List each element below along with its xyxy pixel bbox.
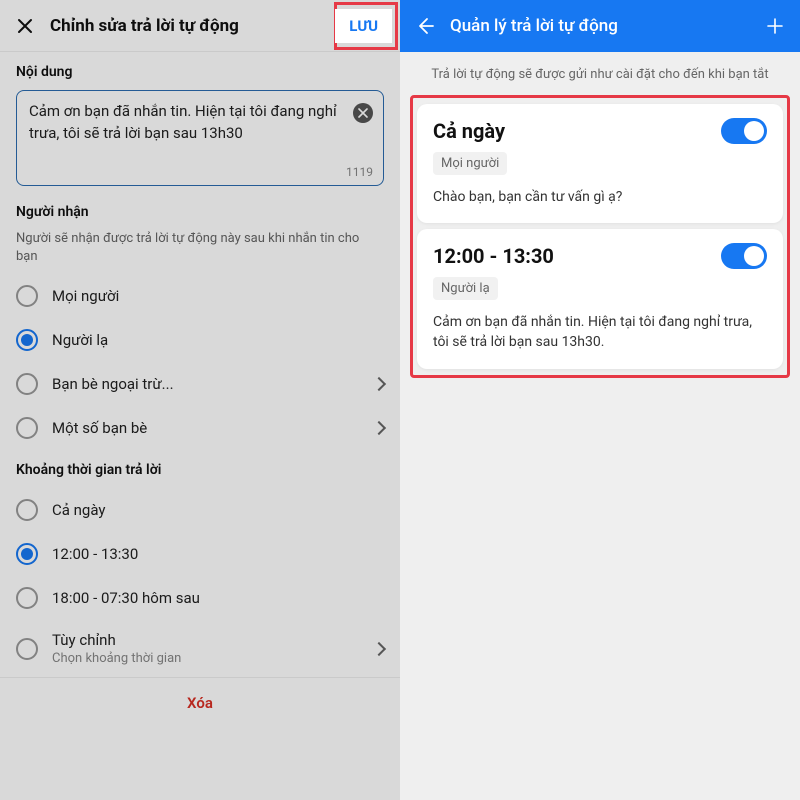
option-label: 18:00 - 07:30 hôm sau bbox=[52, 589, 384, 607]
radio-icon bbox=[16, 329, 38, 351]
right-title: Quản lý trả lời tự động bbox=[450, 16, 764, 36]
option-label: Cả ngày bbox=[52, 501, 384, 519]
right-description: Trả lời tự động sẽ được gửi như cài đặt … bbox=[400, 52, 800, 95]
delete-button[interactable]: Xóa bbox=[0, 677, 400, 728]
recipient-option[interactable]: Bạn bè ngoại trừ... bbox=[0, 362, 400, 406]
message-text: Cảm ơn bạn đã nhắn tin. Hiện tại tôi đan… bbox=[29, 101, 347, 145]
card-title: 12:00 - 13:30 bbox=[433, 244, 554, 268]
content-section-label: Nội dung bbox=[16, 64, 384, 80]
radio-icon bbox=[16, 543, 38, 565]
toggle-switch[interactable] bbox=[721, 118, 767, 144]
radio-icon bbox=[16, 638, 38, 660]
time-section-label: Khoảng thời gian trả lời bbox=[16, 462, 384, 478]
radio-icon bbox=[16, 285, 38, 307]
time-option[interactable]: 12:00 - 13:30 bbox=[0, 532, 400, 576]
close-icon[interactable] bbox=[14, 15, 36, 37]
option-sublabel: Chọn khoảng thời gian bbox=[52, 651, 360, 666]
recipient-option[interactable]: Mọi người bbox=[0, 274, 400, 318]
time-option[interactable]: 18:00 - 07:30 hôm sau bbox=[0, 576, 400, 620]
annotation-highlight-cards: Cả ngày Mọi người Chào bạn, bạn cần tư v… bbox=[410, 95, 790, 378]
right-header: Quản lý trả lời tự động bbox=[400, 0, 800, 52]
radio-icon bbox=[16, 587, 38, 609]
recipient-section-label: Người nhận bbox=[16, 204, 384, 220]
chevron-right-icon bbox=[372, 377, 386, 391]
option-label: 12:00 - 13:30 bbox=[52, 545, 384, 563]
auto-reply-card[interactable]: Cả ngày Mọi người Chào bạn, bạn cần tư v… bbox=[417, 104, 783, 223]
save-button[interactable]: LƯU bbox=[335, 9, 392, 43]
toggle-switch[interactable] bbox=[721, 243, 767, 269]
option-label: Mọi người bbox=[52, 287, 384, 305]
radio-icon bbox=[16, 499, 38, 521]
recipient-option[interactable]: Người lạ bbox=[0, 318, 400, 362]
radio-icon bbox=[16, 373, 38, 395]
time-option[interactable]: Cả ngày bbox=[0, 488, 400, 532]
manage-auto-reply-screen: Quản lý trả lời tự động Trả lời tự động … bbox=[400, 0, 800, 800]
left-title: Chỉnh sửa trả lời tự động bbox=[50, 16, 335, 36]
recipient-tag: Mọi người bbox=[433, 152, 507, 175]
chevron-right-icon bbox=[372, 421, 386, 435]
chevron-right-icon bbox=[372, 642, 386, 656]
message-textarea[interactable]: Cảm ơn bạn đã nhắn tin. Hiện tại tôi đan… bbox=[16, 90, 384, 186]
add-icon[interactable] bbox=[764, 15, 786, 37]
card-body: Chào bạn, bạn cần tư vấn gì ạ? bbox=[433, 187, 767, 207]
card-body: Cảm ơn bạn đã nhắn tin. Hiện tại tôi đan… bbox=[433, 312, 767, 353]
option-label: Tùy chỉnh bbox=[52, 631, 360, 649]
radio-icon bbox=[16, 417, 38, 439]
option-label: Người lạ bbox=[52, 331, 384, 349]
clear-text-icon[interactable] bbox=[353, 103, 373, 123]
back-arrow-icon[interactable] bbox=[414, 15, 436, 37]
time-option[interactable]: Tùy chỉnh Chọn khoảng thời gian bbox=[0, 620, 400, 677]
card-title: Cả ngày bbox=[433, 119, 505, 143]
option-label: Một số bạn bè bbox=[52, 419, 360, 437]
recipient-tag: Người lạ bbox=[433, 277, 498, 300]
option-label: Bạn bè ngoại trừ... bbox=[52, 375, 360, 393]
char-count: 1119 bbox=[346, 165, 373, 179]
auto-reply-card[interactable]: 12:00 - 13:30 Người lạ Cảm ơn bạn đã nhắ… bbox=[417, 229, 783, 369]
edit-auto-reply-screen: Chỉnh sửa trả lời tự động LƯU Nội dung C… bbox=[0, 0, 400, 800]
recipient-option[interactable]: Một số bạn bè bbox=[0, 406, 400, 450]
recipient-section-desc: Người sẽ nhận được trả lời tự động này s… bbox=[16, 230, 384, 266]
